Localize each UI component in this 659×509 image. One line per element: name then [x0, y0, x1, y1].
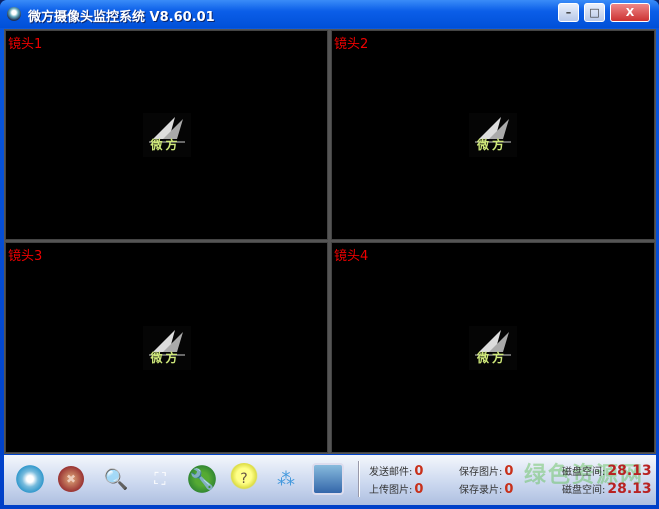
fullscreen-button[interactable]: ⛶ — [144, 463, 176, 495]
pane-label: 镜头2 — [334, 37, 369, 52]
camera-pane-2[interactable]: 镜头2 微方 — [331, 30, 655, 240]
separator — [358, 461, 360, 497]
camera-pane-3[interactable]: 镜头3 微方 — [5, 242, 328, 453]
weifang-logo: 微方 — [142, 113, 191, 157]
disk-space-stat-2: 磁盘空间: 28.13 — [562, 481, 652, 497]
save-video-stat: 保存录片: 0 — [459, 482, 514, 497]
app-camera-icon — [7, 7, 21, 21]
send-mail-stat: 发送邮件: 0 — [369, 464, 424, 479]
settings-button[interactable]: 🔧 — [186, 463, 218, 495]
zoom-button[interactable]: 🔍 — [100, 463, 132, 495]
weifang-logo: 微方 — [469, 113, 517, 157]
stop-button[interactable]: ✖ — [58, 466, 84, 492]
photos-button[interactable] — [312, 463, 344, 495]
help-bulb-button[interactable]: ? — [228, 463, 260, 495]
camera-pane-1[interactable]: 镜头1 微方 — [5, 30, 328, 240]
title-bar[interactable]: 微方摄像头监控系统 V8.60.01 – □ X — [0, 0, 659, 28]
window-title: 微方摄像头监控系统 V8.60.01 — [28, 10, 215, 25]
network-button[interactable]: ⁂ — [270, 463, 302, 495]
camera-pane-4[interactable]: 镜头4 微方 — [331, 242, 655, 453]
camera-button[interactable] — [14, 463, 46, 495]
weifang-logo: 微方 — [469, 325, 517, 370]
pane-label: 镜头3 — [8, 249, 43, 264]
save-photo-stat: 保存图片: 0 — [459, 464, 514, 479]
pane-label: 镜头1 — [8, 37, 43, 52]
disk-space-stat-1: 磁盘空间: 28.13 — [562, 463, 652, 479]
close-button[interactable]: X — [610, 3, 650, 22]
minimize-button[interactable]: – — [558, 3, 579, 22]
toolbar: ✖ 🔍 ⛶ 🔧 ? ⁂ 绿色资源网 发送邮件: 0 上传图片: 0 保存图片: 0 保… — [4, 455, 656, 505]
upload-stat: 上传图片: 0 — [369, 482, 424, 497]
maximize-button[interactable]: □ — [584, 3, 605, 22]
video-grid: 镜头1 微方 镜头2 微方 镜头3 微方 镜头4 微方 — [4, 29, 656, 454]
main-window: 微方摄像头监控系统 V8.60.01 – □ X 镜头1 微方 镜头2 微方 镜… — [0, 0, 659, 509]
pane-label: 镜头4 — [334, 249, 369, 264]
weifang-logo: 微方 — [142, 325, 191, 370]
